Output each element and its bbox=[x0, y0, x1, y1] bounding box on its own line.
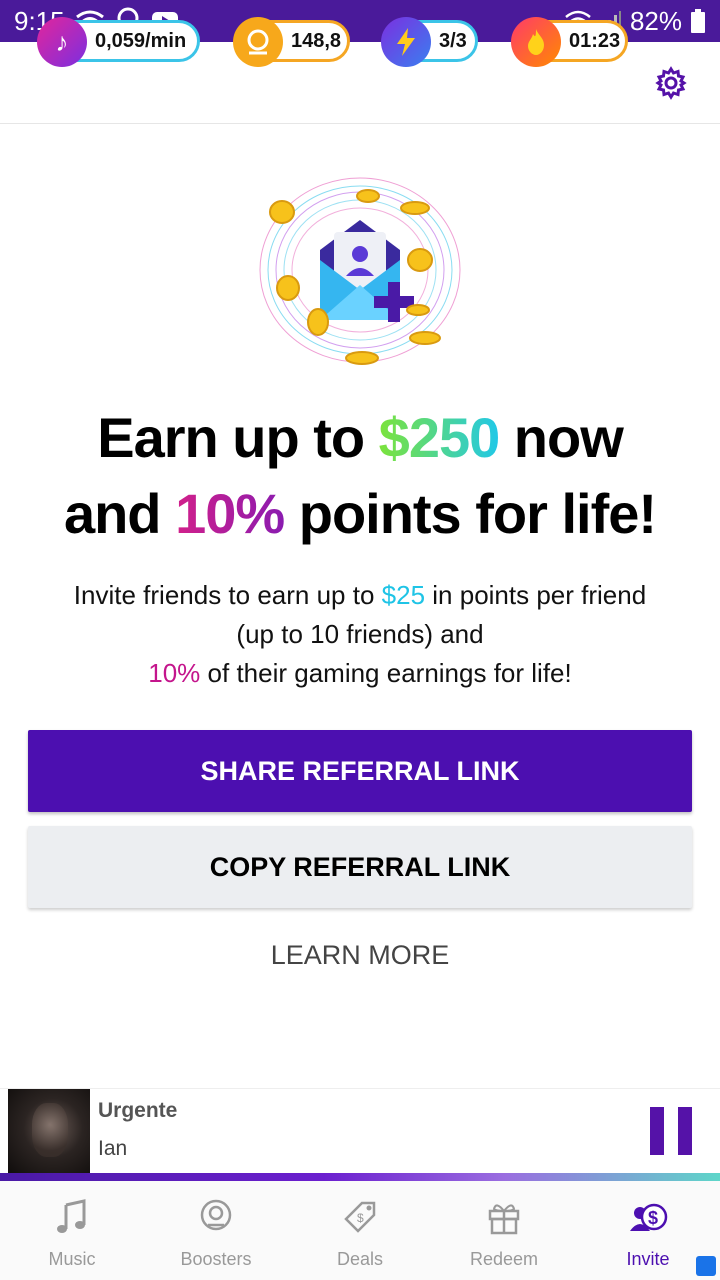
track-title: Urgente bbox=[98, 1099, 178, 1122]
timer-pill[interactable]: 01:23 bbox=[511, 17, 628, 67]
music-rate-pill[interactable]: ♪ 0,059/min bbox=[37, 17, 200, 67]
fire-icon bbox=[511, 17, 561, 67]
settings-gear-icon[interactable] bbox=[654, 66, 688, 100]
svg-text:$: $ bbox=[648, 1208, 658, 1228]
nav-item-redeem[interactable]: Redeem bbox=[432, 1181, 576, 1280]
copy-referral-link-button[interactable]: COPY REFERRAL LINK bbox=[28, 826, 692, 908]
headline-line-1: Earn up to $250 now bbox=[0, 400, 720, 476]
headline-text: now bbox=[499, 406, 624, 469]
nav-item-boosters[interactable]: Boosters bbox=[144, 1181, 288, 1280]
album-art bbox=[8, 1089, 90, 1175]
headline-line-2: and 10% points for life! bbox=[0, 476, 720, 552]
nav-label: Boosters bbox=[180, 1249, 252, 1269]
headline-text: Earn up to bbox=[97, 406, 379, 469]
battery-icon bbox=[691, 9, 705, 33]
gift-icon bbox=[488, 1204, 520, 1235]
nav-label: Invite bbox=[626, 1249, 670, 1269]
invite-envelope-illustration bbox=[259, 177, 461, 365]
nav-item-music[interactable]: Music bbox=[0, 1181, 144, 1280]
boosters-pill[interactable]: 3/3 bbox=[381, 17, 478, 67]
description-text: Invite friends to earn up to bbox=[73, 580, 382, 610]
nav-item-deals[interactable]: $ Deals bbox=[288, 1181, 432, 1280]
coins-pill[interactable]: 148,8 bbox=[233, 17, 350, 67]
bottom-nav: Music Boosters $ Deals Redeem $ Invite bbox=[0, 1181, 720, 1280]
tag-icon: $ bbox=[344, 1201, 376, 1233]
description-text: of their gaming earnings for life! bbox=[200, 658, 572, 688]
mini-player[interactable]: Urgente Ian bbox=[0, 1088, 720, 1176]
headline-text: and bbox=[63, 482, 176, 545]
headline-percent: 10% bbox=[175, 482, 285, 545]
share-referral-link-button[interactable]: SHARE REFERRAL LINK bbox=[28, 730, 692, 812]
invite-description: Invite friends to earn up to $25 in poin… bbox=[60, 576, 660, 693]
playback-progress-bar bbox=[0, 1173, 720, 1181]
nav-label: Redeem bbox=[469, 1249, 539, 1269]
description-amount: $25 bbox=[381, 580, 426, 610]
track-artist: Ian bbox=[98, 1137, 128, 1160]
pause-button[interactable] bbox=[650, 1107, 692, 1155]
coin-icon bbox=[200, 1199, 232, 1231]
description-percent: 10% bbox=[148, 658, 201, 688]
music-note-icon bbox=[57, 1199, 86, 1233]
overlay-badge-icon bbox=[696, 1256, 716, 1276]
headline-text: points for life! bbox=[284, 482, 657, 545]
nav-label: Deals bbox=[336, 1249, 384, 1269]
svg-text:$: $ bbox=[357, 1211, 364, 1225]
battery-percent: 82% bbox=[629, 5, 682, 36]
nav-label: Music bbox=[48, 1249, 96, 1269]
coin-icon bbox=[233, 17, 283, 67]
learn-more-link[interactable]: LEARN MORE bbox=[0, 940, 720, 971]
music-note-icon: ♪ bbox=[37, 17, 87, 67]
invite-dollar-icon: $ bbox=[630, 1203, 668, 1231]
lightning-icon bbox=[381, 17, 431, 67]
headline-amount: $250 bbox=[378, 406, 501, 469]
headline: Earn up to $250 now and 10% points for l… bbox=[0, 400, 720, 552]
